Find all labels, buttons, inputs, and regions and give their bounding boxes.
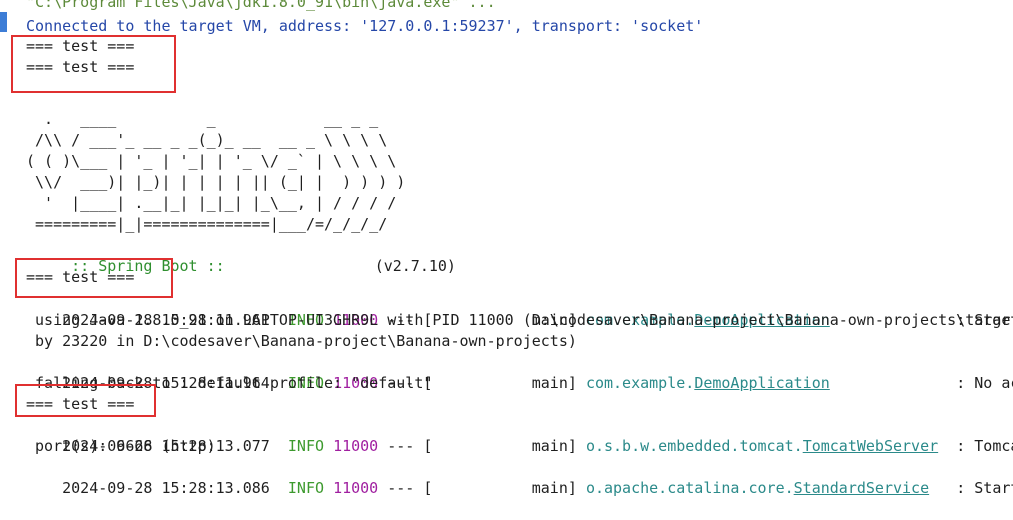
log-message: : Starting	[956, 479, 1013, 497]
log-continuation: using Java 1.8.0_91 on LAPTOP-UI3GHR9L w…	[26, 311, 1013, 329]
spring-banner-line: \\/ ___)| |_)| | | | | || (_| | ) ) ) )	[26, 173, 406, 191]
log-thread: --- [ main]	[378, 437, 586, 455]
log-pid: 11000	[333, 479, 379, 497]
editor-gutter	[0, 0, 8, 480]
log-line: 2024-09-28 15:28:11.964 INFO 11000 --- […	[26, 352, 1013, 392]
spring-banner-line: . ____ _ __ _ _	[26, 110, 379, 128]
log-logger: o.s.b.w.embedded.tomcat.	[585, 437, 803, 455]
log-message: : No active	[956, 374, 1013, 392]
log-line: 2024-09-28 15:28:11.961 INFO 11000 --- […	[26, 289, 1013, 329]
test-output-line: === test ===	[26, 268, 135, 286]
log-line: 2024-09-28 15:28:13.086 INFO 11000 --- […	[26, 457, 1013, 497]
test-output-line: === test ===	[26, 37, 135, 55]
log-continuation: port(s): 6666 (http)	[26, 437, 216, 455]
log-logger: o.apache.catalina.core.	[585, 479, 794, 497]
spring-banner-line: ' |____| .__|_| |_|_| |_\__, | / / / /	[26, 194, 397, 212]
spring-boot-version: (v2.7.10)	[374, 257, 456, 275]
log-line: 2024-09-28 15:28:13.077 INFO 11000 --- […	[26, 415, 1013, 455]
vm-connected-line: Connected to the target VM, address: '12…	[26, 17, 704, 35]
log-level: INFO	[287, 479, 325, 497]
log-continuation: by 23220 in D:\codesaver\Banana-project\…	[26, 332, 577, 350]
log-pid: 11000	[333, 437, 379, 455]
log-thread: --- [ main]	[378, 479, 586, 497]
spring-boot-version-line: :: Spring Boot :: (v2.7.10)	[26, 235, 456, 275]
log-logger-link[interactable]: StandardService	[794, 479, 929, 497]
run-console-output[interactable]: "C:\Program Files\Java\jdk1.8.0_91\bin\j…	[26, 0, 1013, 497]
log-logger-link[interactable]: TomcatWebServer	[803, 437, 938, 455]
java-command-line: "C:\Program Files\Java\jdk1.8.0_91\bin\j…	[26, 0, 496, 11]
spring-banner-line: /\\ / ___'_ __ _ _(_)_ __ __ _ \ \ \ \	[26, 131, 388, 149]
test-output-line: === test ===	[26, 395, 135, 413]
log-continuation: falling back to 1 default profile: "defa…	[26, 374, 433, 392]
spring-banner-line: =========|_|==============|___/=/_/_/_/	[26, 215, 388, 233]
log-logger-link[interactable]: DemoApplication	[694, 374, 829, 392]
log-logger: com.example.	[585, 374, 695, 392]
test-output-line: === test ===	[26, 58, 135, 76]
log-timestamp: 2024-09-28 15:28:13.086	[62, 479, 270, 497]
current-line-marker	[0, 12, 7, 32]
log-level: INFO	[287, 437, 325, 455]
log-message: : Tomcat in	[956, 437, 1013, 455]
spring-banner-line: ( ( )\___ | '_ | '_| | '_ \/ _` | \ \ \ …	[26, 152, 397, 170]
